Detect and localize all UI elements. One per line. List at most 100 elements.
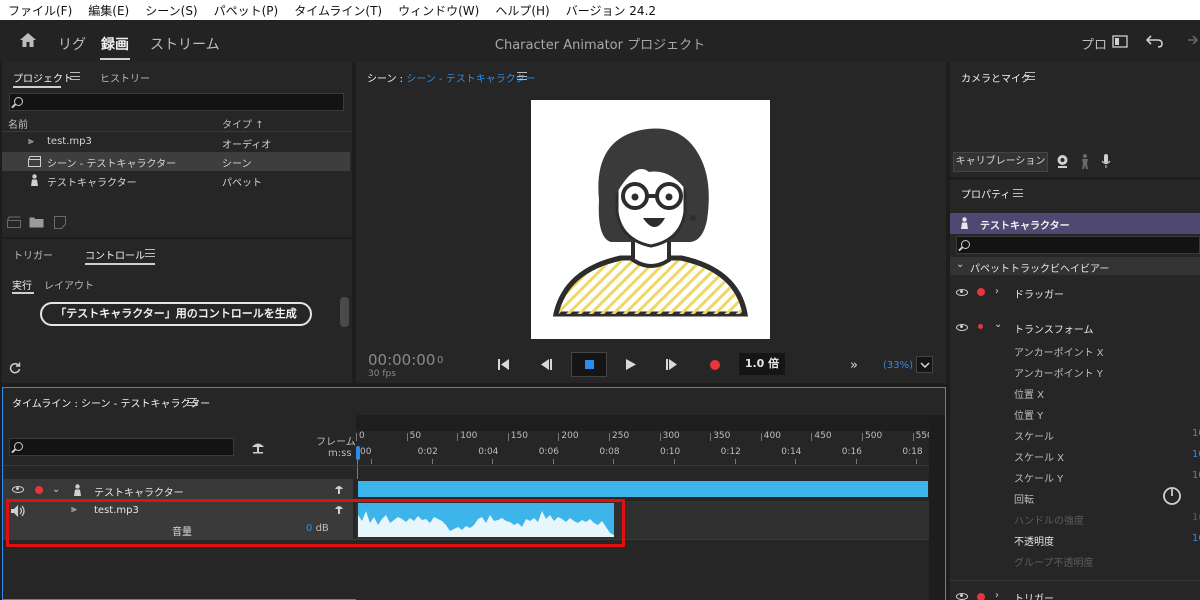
record-arm-icon[interactable] bbox=[35, 486, 43, 494]
column-name[interactable]: 名前 bbox=[8, 116, 28, 131]
project-item-puppet[interactable]: テストキャラクター パペット bbox=[2, 171, 352, 190]
scene-stage[interactable] bbox=[531, 100, 770, 339]
menu-timeline[interactable]: タイムライン(T) bbox=[286, 2, 390, 19]
eye-icon[interactable] bbox=[956, 289, 968, 296]
menu-puppet[interactable]: パペット(P) bbox=[206, 2, 287, 19]
calibrate-button[interactable]: キャリブレーション bbox=[953, 152, 1048, 172]
nav-record[interactable]: 録画 bbox=[101, 34, 129, 54]
redo-icon[interactable] bbox=[1184, 34, 1200, 48]
menu-help[interactable]: ヘルプ(H) bbox=[487, 2, 557, 19]
behavior-dragger[interactable]: ドラッガー bbox=[1014, 286, 1064, 301]
eye-icon[interactable] bbox=[956, 324, 968, 331]
transform-prop-value[interactable]: 10 bbox=[1192, 428, 1200, 439]
behavior-arm-icon[interactable] bbox=[978, 324, 983, 329]
subtab-run[interactable]: 実行 bbox=[12, 277, 32, 292]
body-tracking-icon[interactable] bbox=[1080, 154, 1090, 169]
transform-prop-value[interactable]: 10 bbox=[1192, 533, 1200, 544]
record-icon[interactable] bbox=[710, 360, 720, 370]
properties-search-input[interactable] bbox=[956, 236, 1200, 254]
chevron-right-icon[interactable]: › bbox=[995, 590, 999, 600]
puppet-track-bar[interactable] bbox=[358, 481, 928, 497]
transform-prop-value[interactable]: 1( bbox=[1192, 512, 1200, 523]
playhead-handle[interactable] bbox=[356, 446, 360, 460]
project-item-scene[interactable]: シーン - テストキャラクター シーン bbox=[2, 152, 350, 171]
scene-menu-icon[interactable] bbox=[517, 72, 527, 80]
scrollbar[interactable] bbox=[340, 297, 349, 327]
behavior-arm-icon[interactable] bbox=[977, 593, 985, 600]
track-row-puppet[interactable]: ⌄ テストキャラクター bbox=[3, 479, 353, 501]
step-forward-icon[interactable] bbox=[666, 359, 679, 370]
chevron-right-icon[interactable]: › bbox=[995, 286, 999, 297]
frame-tick-label: 250 bbox=[612, 431, 630, 441]
project-item-audio[interactable]: ⫸ test.mp3 オーディオ bbox=[2, 133, 352, 152]
timeline-menu-icon[interactable] bbox=[187, 398, 197, 406]
behavior-arm-icon[interactable] bbox=[977, 288, 985, 296]
generate-controls-button[interactable]: 「テストキャラクター」用のコントロールを生成 bbox=[40, 302, 312, 326]
fast-forward-icon[interactable]: » bbox=[850, 358, 858, 373]
playback-speed[interactable]: 1.0 倍 bbox=[739, 353, 785, 375]
menu-window[interactable]: ウィンドウ(W) bbox=[390, 2, 487, 19]
column-type[interactable]: タイプ ↑ bbox=[222, 116, 264, 131]
frame-tick-mark bbox=[558, 433, 560, 441]
behavior-trigger[interactable]: トリガー bbox=[1014, 590, 1054, 600]
project-menu-icon[interactable] bbox=[70, 72, 80, 80]
chevron-down-icon[interactable]: ⌄ bbox=[994, 319, 1002, 330]
stop-icon bbox=[585, 360, 594, 369]
nav-rig[interactable]: リグ bbox=[58, 34, 86, 54]
project-search-input[interactable] bbox=[9, 93, 344, 111]
nav-stream[interactable]: ストリーム bbox=[150, 34, 220, 54]
item-type: オーディオ bbox=[222, 140, 272, 151]
subtab-layout[interactable]: レイアウト bbox=[44, 277, 94, 292]
microphone-icon[interactable] bbox=[1101, 154, 1111, 169]
folder-icon[interactable] bbox=[29, 216, 44, 228]
frame-tick-label: 0 bbox=[359, 431, 365, 441]
timeline-search-input[interactable] bbox=[9, 438, 234, 456]
section-header[interactable]: ⌄ パペットトラックビヘイビアー bbox=[950, 257, 1200, 275]
tab-project[interactable]: プロジェクト bbox=[13, 70, 73, 85]
eye-icon[interactable] bbox=[956, 593, 968, 600]
transform-prop-value[interactable]: 10 bbox=[1192, 449, 1200, 460]
controls-menu-icon[interactable] bbox=[145, 249, 155, 257]
tab-controls[interactable]: コントロール bbox=[85, 247, 145, 262]
undo-icon[interactable] bbox=[1146, 34, 1164, 48]
menu-scene[interactable]: シーン(S) bbox=[137, 2, 205, 19]
behavior-transform[interactable]: トランスフォーム bbox=[1014, 321, 1094, 336]
frame-label: フレーム bbox=[316, 437, 356, 448]
timeline-vertical-scrollbar[interactable] bbox=[929, 415, 945, 600]
time-tick-label: 0:16 bbox=[841, 447, 863, 457]
webcam-icon[interactable] bbox=[1056, 154, 1069, 169]
puppet-filter-icon[interactable] bbox=[251, 441, 265, 454]
menu-file[interactable]: ファイル(F) bbox=[0, 2, 80, 19]
eye-icon[interactable] bbox=[12, 486, 24, 493]
puppet-header[interactable]: テストキャラクター bbox=[950, 213, 1200, 234]
timeline-ruler[interactable]: 0 50 100 150 200 250 300 350 400 450 500 550:00 0:02… bbox=[356, 431, 933, 465]
home-icon[interactable] bbox=[19, 32, 37, 48]
step-back-icon[interactable] bbox=[540, 359, 553, 370]
properties-menu-icon[interactable] bbox=[1013, 189, 1023, 197]
new-item-icon[interactable] bbox=[54, 216, 66, 229]
zoom-dropdown[interactable] bbox=[916, 356, 933, 373]
tab-history[interactable]: ヒストリー bbox=[100, 70, 150, 85]
pro-label[interactable]: プロ bbox=[1081, 34, 1107, 53]
play-icon[interactable] bbox=[626, 359, 636, 370]
rotation-dial-icon[interactable] bbox=[1162, 486, 1182, 506]
search-icon bbox=[14, 97, 23, 106]
timeline-scroll-track[interactable] bbox=[356, 415, 929, 431]
frame-tick-label: 450 bbox=[814, 431, 832, 441]
timeline-title: タイムライン : シーン - テストキャラクター bbox=[12, 399, 211, 410]
menu-edit[interactable]: 編集(E) bbox=[80, 2, 137, 19]
camera-menu-icon[interactable] bbox=[1025, 72, 1035, 80]
chevron-down-icon[interactable]: ⌄ bbox=[52, 484, 60, 495]
stop-button[interactable] bbox=[571, 352, 607, 377]
tab-trigger[interactable]: トリガー bbox=[13, 247, 53, 262]
frame-tick-label: 400 bbox=[763, 431, 781, 441]
new-scene-icon[interactable] bbox=[7, 216, 21, 228]
transform-prop-value[interactable]: 10 bbox=[1192, 470, 1200, 481]
item-name: test.mp3 bbox=[47, 136, 92, 147]
refresh-icon[interactable] bbox=[9, 362, 21, 374]
go-to-start-icon[interactable] bbox=[498, 359, 510, 370]
divider bbox=[3, 465, 945, 466]
track-pin-icon[interactable] bbox=[334, 484, 344, 495]
zoom-level[interactable]: (33%) bbox=[883, 360, 913, 371]
panel-layout-icon[interactable] bbox=[1112, 35, 1128, 48]
